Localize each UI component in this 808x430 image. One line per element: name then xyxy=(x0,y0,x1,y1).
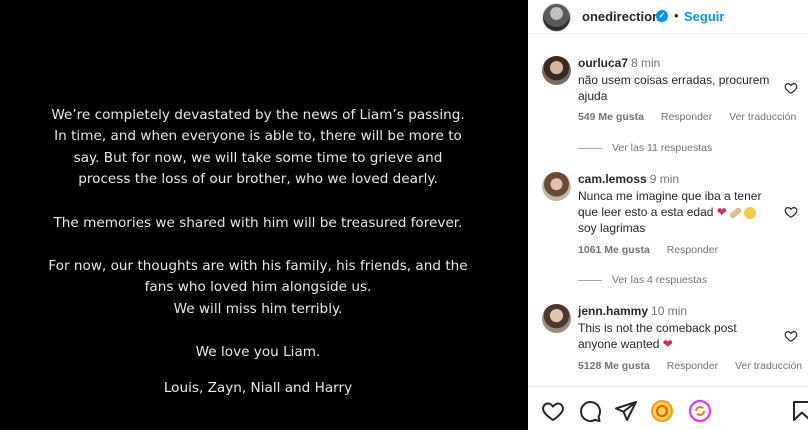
post-image: We’re completely devastated by the news … xyxy=(0,0,528,430)
comment-text: This is not the comeback post anyone wan… xyxy=(578,321,737,351)
statement-line: process the loss of our brother, who we … xyxy=(78,171,438,188)
statement-line: say. But for now, we will take some time… xyxy=(73,149,443,166)
reply-button[interactable]: Responder xyxy=(667,360,718,372)
comment-icon[interactable] xyxy=(578,399,602,423)
comment-time: 9 min xyxy=(649,172,680,186)
share-icon[interactable] xyxy=(614,399,638,423)
comment-likes[interactable]: 1061 Me gusta xyxy=(578,244,650,256)
comment-text: não usem coisas erradas, procurem ajuda xyxy=(578,73,770,103)
commenter-avatar[interactable] xyxy=(542,56,571,85)
translate-button[interactable]: Ver traducción xyxy=(729,111,796,123)
statement-line: We’re completely devastated by the news … xyxy=(51,107,465,123)
comment-username[interactable]: ourluca7 8 min xyxy=(578,56,660,70)
statement-line: In time, and when everyone is able to, t… xyxy=(54,128,462,145)
emoji-sticker-icon[interactable] xyxy=(650,399,674,423)
comments-panel: onedirection ✓ • Seguir ourluca7 8 min nã… xyxy=(528,0,808,430)
comment-username[interactable]: cam.lemoss 9 min xyxy=(578,172,679,186)
statement-line: We love you Liam. xyxy=(195,344,321,361)
red-heart-emoji-icon: ❤ xyxy=(662,337,673,351)
heart-icon[interactable] xyxy=(784,81,798,95)
profile-avatar[interactable] xyxy=(542,3,571,32)
translate-button[interactable]: Ver traducción xyxy=(735,360,802,372)
statement-signature: Louis, Zayn, Niall and Harry xyxy=(163,379,353,396)
statement-line: The memories we shared with him will be … xyxy=(53,214,463,231)
heart-icon[interactable] xyxy=(784,329,798,343)
action-bar xyxy=(528,386,808,430)
sad-face-emoji-icon xyxy=(743,206,756,219)
comment-time: 8 min xyxy=(631,56,661,70)
comment-time: 10 min xyxy=(651,304,688,318)
separator-dot: • xyxy=(674,8,679,23)
bookmark-icon[interactable] xyxy=(790,399,808,423)
view-replies-button[interactable]: Ver las 11 respuestas xyxy=(578,142,712,154)
comment-meta: 5128 Me gusta Responder Ver traducción xyxy=(578,360,808,372)
view-replies-button[interactable]: Ver las 4 respuestas xyxy=(578,274,707,286)
commenter-avatar[interactable] xyxy=(542,304,571,333)
comment-likes[interactable]: 5128 Me gusta xyxy=(578,360,650,372)
statement-line: For now, our thoughts are with his famil… xyxy=(48,258,468,275)
bandage-emoji-icon xyxy=(728,206,743,220)
verified-badge-icon: ✓ xyxy=(656,10,668,22)
commenter-avatar[interactable] xyxy=(542,172,571,201)
comment-meta: 1061 Me gusta Responder xyxy=(578,244,732,256)
comment-text: Nunca me imagine que iba a tener que lee… xyxy=(578,189,762,235)
statement-line: fans who loved him alongside us. xyxy=(144,279,372,296)
header-username[interactable]: onedirection xyxy=(582,9,660,24)
follow-button[interactable]: Seguir xyxy=(684,9,724,24)
remix-icon[interactable] xyxy=(688,399,712,423)
reply-button[interactable]: Responder xyxy=(661,111,712,123)
heart-icon[interactable] xyxy=(541,399,565,423)
heart-icon[interactable] xyxy=(784,205,798,219)
reply-button[interactable]: Responder xyxy=(667,244,718,256)
comment-meta: 549 Me gusta Responder Ver traducción xyxy=(578,111,808,123)
statement-line: We will miss him terribly. xyxy=(173,300,343,317)
post-statement: We’re completely devastated by the news … xyxy=(20,105,496,399)
comment-likes[interactable]: 549 Me gusta xyxy=(578,111,644,123)
post-header: onedirection ✓ • Seguir xyxy=(528,0,808,34)
red-heart-emoji-icon: ❤ xyxy=(716,205,727,219)
comment-username[interactable]: jenn.hammy 10 min xyxy=(578,304,687,318)
